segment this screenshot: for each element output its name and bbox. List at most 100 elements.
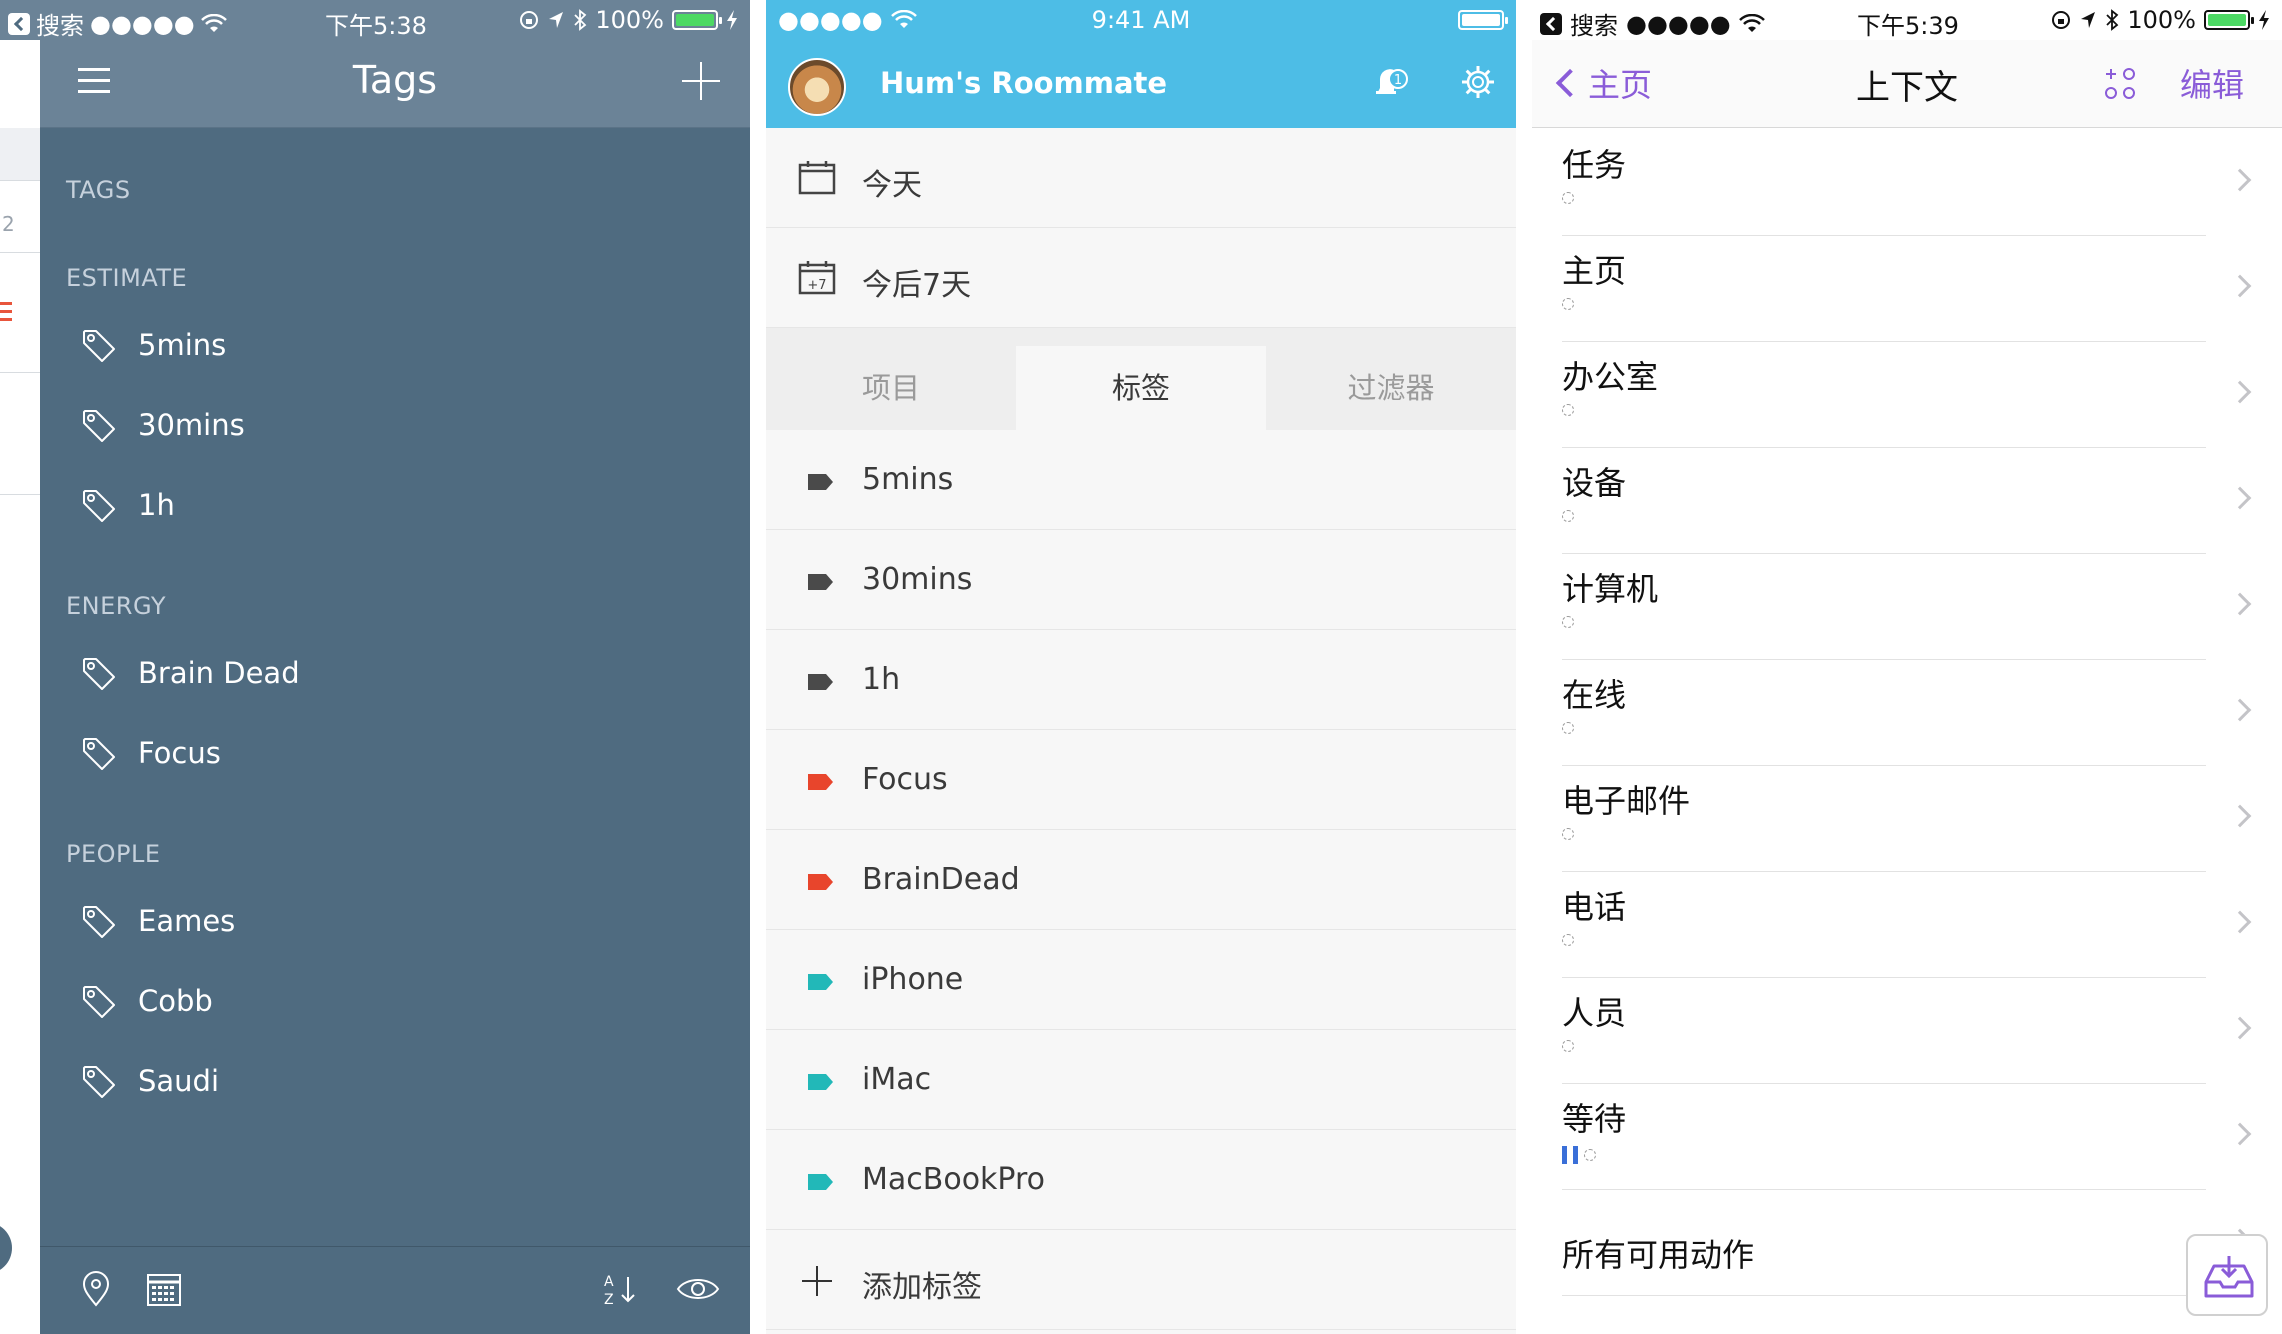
- add-tag-label: 添加标签: [862, 1270, 982, 1305]
- calendar-plus7-icon: +7: [798, 261, 836, 295]
- add-tag-button[interactable]: 添加标签: [766, 1230, 1516, 1330]
- tag-icon: [83, 490, 115, 522]
- page-title: Tags: [352, 58, 438, 102]
- tag-row[interactable]: 5mins: [766, 430, 1516, 530]
- status-time: 下午5:39: [1857, 12, 1959, 40]
- tag-row[interactable]: 1h: [766, 630, 1516, 730]
- context-name: 设备: [1562, 464, 1627, 502]
- context-row[interactable]: 人员: [1532, 978, 2282, 1084]
- label-tag-icon: [808, 1174, 833, 1190]
- tag-label: Focus: [138, 736, 221, 770]
- signal-icon: ●●●●●: [90, 9, 195, 38]
- chevron-right-icon: [2228, 1122, 2252, 1146]
- tag-row[interactable]: BrainDead: [766, 830, 1516, 930]
- calendar-badge: +7: [807, 278, 826, 293]
- tag-row[interactable]: MacBookPro: [766, 1130, 1516, 1230]
- back-to-app-icon[interactable]: [8, 12, 30, 35]
- tag-label: 5mins: [862, 462, 954, 497]
- status-bar: 搜索 ●●●●● 下午5:39 100%: [1532, 0, 2282, 40]
- add-tag-icon[interactable]: [682, 62, 720, 100]
- battery-icon: [672, 10, 722, 30]
- context-row[interactable]: 在线: [1532, 660, 2282, 766]
- page-title: 上下文: [1856, 68, 1958, 108]
- calendar-icon[interactable]: [144, 1269, 184, 1309]
- floating-button[interactable]: [0, 1222, 12, 1274]
- tag-label: 30mins: [138, 408, 245, 442]
- sort-az-icon[interactable]: AZ: [600, 1269, 640, 1309]
- context-row[interactable]: 设备: [1532, 448, 2282, 554]
- status-bar: 搜索 ●●●●● 下午5:38 100%: [0, 0, 750, 40]
- notification-bell-icon[interactable]: 1: [1370, 62, 1410, 102]
- context-status: [1562, 1146, 1596, 1164]
- strip-flag-icon: [0, 302, 12, 305]
- context-row[interactable]: 计算机: [1532, 554, 2282, 660]
- chevron-right-icon: [2228, 910, 2252, 934]
- context-name: 等待: [1562, 1100, 1627, 1138]
- tag-item-30mins[interactable]: 30mins: [80, 400, 245, 450]
- context-name: 办公室: [1562, 358, 1659, 396]
- context-status: [1562, 298, 1574, 310]
- tab-tags[interactable]: 标签: [1016, 346, 1266, 430]
- tag-icon: [83, 410, 115, 442]
- context-row[interactable]: 电子邮件: [1532, 766, 2282, 872]
- context-row[interactable]: 主页: [1532, 236, 2282, 342]
- tag-item-5mins[interactable]: 5mins: [80, 320, 226, 370]
- battery-icon: [1458, 10, 1508, 30]
- settings-gear-icon[interactable]: [1458, 62, 1498, 102]
- pause-icon: [1562, 1146, 1578, 1164]
- tag-label: 1h: [862, 662, 901, 697]
- context-status: [1562, 722, 1574, 734]
- back-to-app-icon[interactable]: [1540, 12, 1562, 35]
- nav-bar: Tags: [40, 40, 750, 128]
- location-pin-icon[interactable]: [76, 1269, 116, 1309]
- avatar[interactable]: [788, 58, 846, 116]
- context-row[interactable]: 电话: [1532, 872, 2282, 978]
- tag-row[interactable]: 30mins: [766, 530, 1516, 630]
- label-tag-icon: [808, 674, 833, 690]
- tag-icon: [83, 658, 115, 690]
- eye-icon[interactable]: [676, 1269, 720, 1309]
- svg-text:Z: Z: [604, 1292, 614, 1308]
- tag-item-1h[interactable]: 1h: [80, 480, 175, 530]
- row-label: 今后7天: [862, 268, 972, 303]
- edit-button[interactable]: 编辑: [2180, 60, 2244, 106]
- tag-row[interactable]: Focus: [766, 730, 1516, 830]
- chevron-right-icon: [2228, 274, 2252, 298]
- context-row[interactable]: 所有可用动作: [1532, 1190, 2282, 1296]
- tag-item-brain-dead[interactable]: Brain Dead: [80, 648, 300, 698]
- strip-flag-icon: [0, 310, 12, 313]
- tag-item-cobb[interactable]: Cobb: [80, 976, 213, 1026]
- tag-item-eames[interactable]: Eames: [80, 896, 235, 946]
- divider: [0, 180, 40, 181]
- tag-item-focus[interactable]: Focus: [80, 728, 221, 778]
- tag-item-saudi[interactable]: Saudi: [80, 1056, 219, 1106]
- strip-row: [0, 128, 40, 180]
- context-name: 所有可用动作: [1562, 1236, 1755, 1274]
- tag-label: 30mins: [862, 562, 973, 597]
- context-row[interactable]: 等待: [1532, 1084, 2282, 1190]
- nav-bar: 主页 上下文 编辑: [1532, 40, 2282, 128]
- charging-icon: [727, 10, 737, 30]
- add-context-grid-icon[interactable]: [2100, 64, 2140, 104]
- context-name: 电子邮件: [1562, 782, 1691, 820]
- context-row[interactable]: 办公室: [1532, 342, 2282, 448]
- tag-row[interactable]: iMac: [766, 1030, 1516, 1130]
- empty-count-icon: [1562, 192, 1574, 204]
- row-today[interactable]: 今天: [766, 128, 1516, 228]
- section-header-people: PEOPLE: [66, 840, 161, 868]
- context-status: [1562, 1040, 1574, 1052]
- status-carrier: 搜索: [36, 12, 84, 40]
- inbox-button[interactable]: [2186, 1234, 2268, 1316]
- section-header-tags: TAGS: [66, 176, 131, 204]
- tag-label: Cobb: [138, 984, 213, 1018]
- tag-row[interactable]: iPhone: [766, 930, 1516, 1030]
- status-bar: ●●●●● 9:41 AM: [766, 0, 1516, 40]
- charging-icon: [2259, 10, 2269, 30]
- tab-projects[interactable]: 项目: [766, 346, 1016, 430]
- notification-count: 1: [1394, 73, 1402, 88]
- context-row[interactable]: 任务: [1532, 130, 2282, 236]
- segmented-tabs: 项目 标签 过滤器: [766, 328, 1516, 430]
- rotation-lock-icon: [2052, 11, 2071, 29]
- tab-filters[interactable]: 过滤器: [1266, 346, 1516, 430]
- row-next-7-days[interactable]: +7 今后7天: [766, 228, 1516, 328]
